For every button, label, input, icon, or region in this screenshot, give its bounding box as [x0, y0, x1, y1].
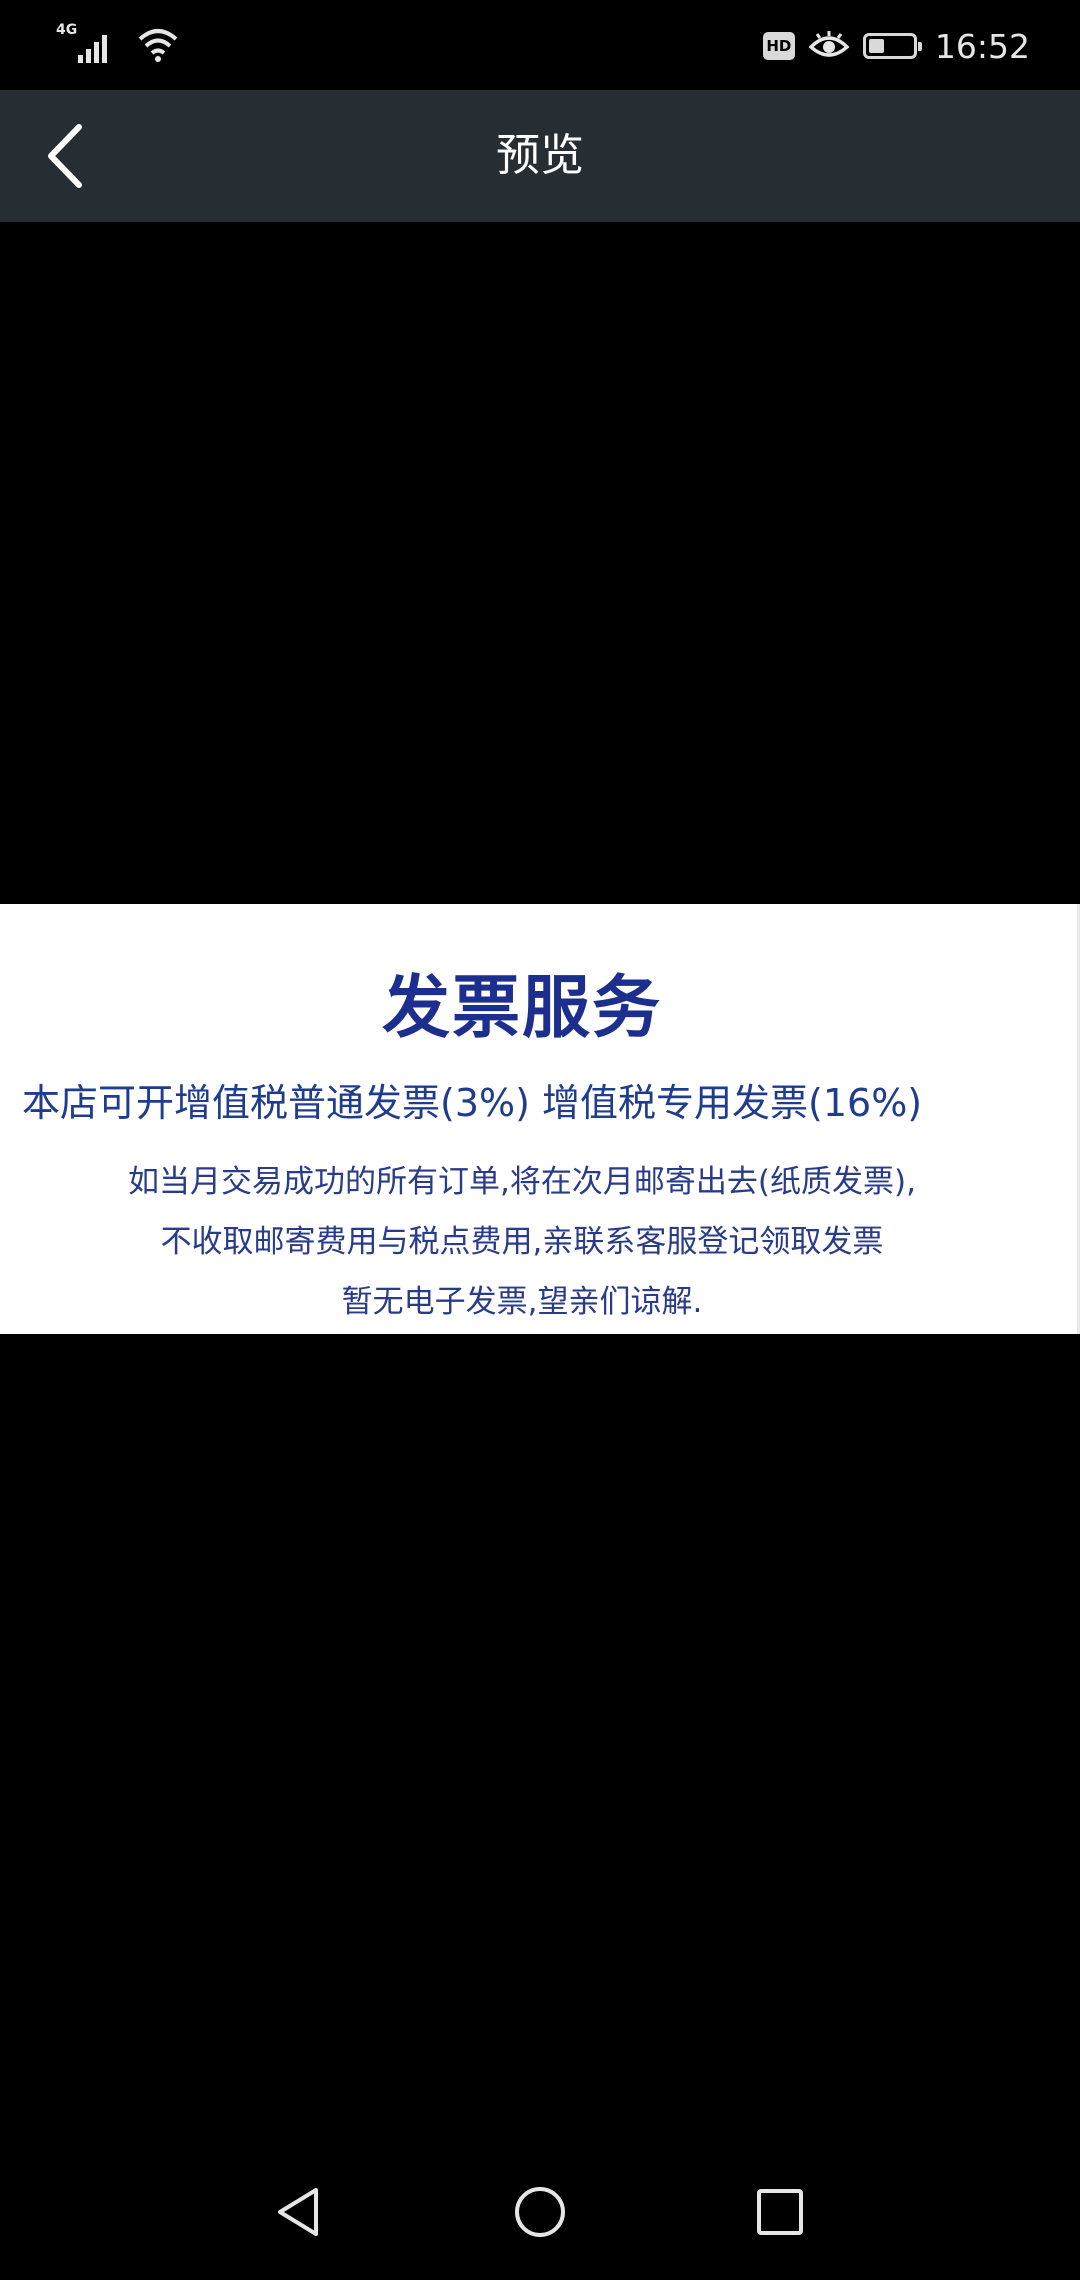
invoice-detail-line: 暂无电子发票,望亲们谅解. [341, 1284, 703, 1320]
circle-home-icon [515, 2187, 565, 2237]
app-header: 预览 [0, 90, 1080, 222]
invoice-detail-line: 如当月交易成功的所有订单,将在次月邮寄出去(纸质发票), [128, 1164, 916, 1200]
hd-badge: HD [762, 32, 795, 60]
triangle-back-icon [278, 2188, 318, 2236]
page-title: 预览 [496, 130, 584, 181]
preview-area[interactable]: 发票服务 本店可开增值税普通发票(3%) 增值税专用发票(16%) 如当月交易成… [0, 222, 1080, 2142]
network-type: 4G [56, 22, 78, 38]
signal-icon [78, 35, 107, 63]
square-recent-icon [757, 2189, 803, 2235]
invoice-detail-line: 不收取邮寄费用与税点费用,亲联系客服登记领取发票 [160, 1224, 884, 1260]
status-right: HD 16:52 [762, 22, 1030, 70]
screen: 4G HD 16:52 预览 发票服务 本店可开增值税普通发票(3%) 增值税专… [0, 0, 1080, 2280]
clock: 16:52 [934, 26, 1030, 66]
status-bar: 4G HD 16:52 [0, 0, 1080, 90]
nav-recent-button[interactable] [735, 2167, 825, 2257]
invoice-types-line: 本店可开增值税普通发票(3%) 增值税专用发票(16%) [22, 1081, 923, 1125]
nav-back-button[interactable] [255, 2167, 345, 2257]
back-button[interactable] [22, 112, 110, 200]
battery-level [868, 39, 884, 53]
invoice-notice-image[interactable]: 发票服务 本店可开增值税普通发票(3%) 增值税专用发票(16%) 如当月交易成… [0, 904, 1080, 1334]
status-left: 4G [56, 20, 180, 70]
invoice-heading: 发票服务 [381, 969, 662, 1048]
wifi-icon [138, 29, 178, 62]
eye-comfort-icon [808, 31, 849, 57]
nav-home-button[interactable] [495, 2167, 585, 2257]
navigation-bar [0, 2142, 1080, 2280]
battery-icon [862, 33, 922, 59]
chevron-left-icon [48, 124, 82, 188]
